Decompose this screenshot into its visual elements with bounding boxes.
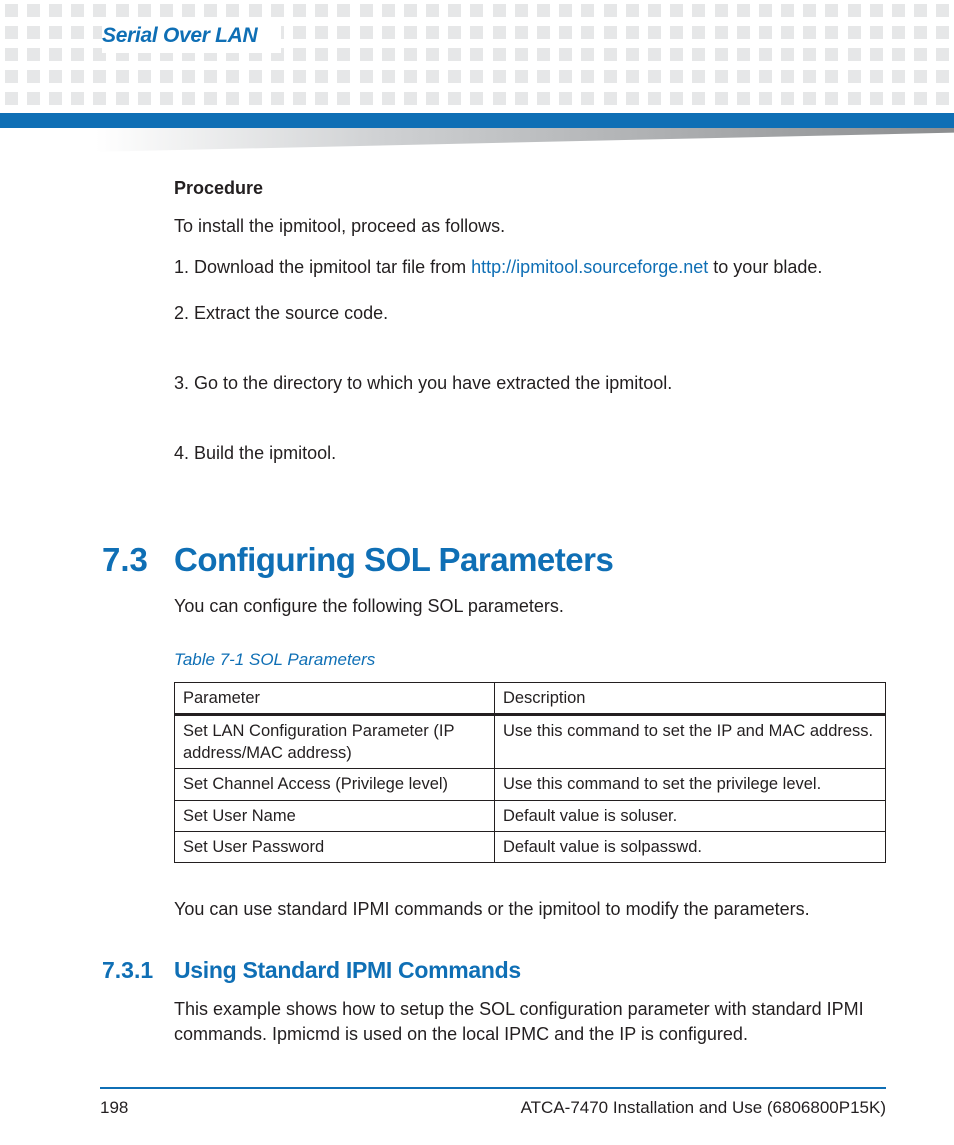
step-text-pre: Go to the directory to which you have ex… bbox=[194, 373, 672, 393]
ipmitool-link[interactable]: http://ipmitool.sourceforge.net bbox=[471, 257, 708, 277]
table-header-row: Parameter Description bbox=[175, 682, 886, 714]
table-caption: Table 7-1 SOL Parameters bbox=[174, 649, 886, 672]
section-title: Configuring SOL Parameters bbox=[174, 538, 613, 583]
header-grey-wedge bbox=[0, 128, 954, 154]
header-section-title: Serial Over LAN bbox=[102, 19, 281, 53]
step-text-post: to your blade. bbox=[708, 257, 822, 277]
table-row: Set LAN Configuration Parameter (IP addr… bbox=[175, 714, 886, 769]
table-row: Set User Password Default value is solpa… bbox=[175, 831, 886, 862]
section-7-3-1-body: This example shows how to setup the SOL … bbox=[174, 997, 886, 1047]
procedure-intro: To install the ipmitool, proceed as foll… bbox=[174, 214, 886, 238]
section-7-3-1-heading: 7.3.1 Using Standard IPMI Commands bbox=[102, 955, 886, 986]
table-cell: Set User Name bbox=[175, 800, 495, 831]
table-header-cell: Description bbox=[494, 682, 885, 714]
table-header-cell: Parameter bbox=[175, 682, 495, 714]
procedure-heading: Procedure bbox=[174, 176, 886, 200]
subsection-title: Using Standard IPMI Commands bbox=[174, 955, 521, 986]
footer-rule bbox=[100, 1087, 886, 1089]
table-cell: Use this command to set the privilege le… bbox=[494, 769, 885, 800]
table-row: Set User Name Default value is soluser. bbox=[175, 800, 886, 831]
section-7-3-after-table: You can use standard IPMI commands or th… bbox=[174, 897, 886, 921]
procedure-step: Extract the source code. bbox=[174, 301, 886, 325]
page-number: 198 bbox=[100, 1098, 128, 1118]
table-cell: Default value is solpasswd. bbox=[494, 831, 885, 862]
section-7-3-heading: 7.3 Configuring SOL Parameters bbox=[102, 538, 886, 583]
table-cell: Set Channel Access (Privilege level) bbox=[175, 769, 495, 800]
procedure-step: Go to the directory to which you have ex… bbox=[174, 371, 886, 395]
step-text-pre: Download the ipmitool tar file from bbox=[194, 257, 471, 277]
page-content: Procedure To install the ipmitool, proce… bbox=[174, 176, 886, 1047]
step-text-pre: Extract the source code. bbox=[194, 303, 388, 323]
table-row: Set Channel Access (Privilege level) Use… bbox=[175, 769, 886, 800]
section-number: 7.3 bbox=[102, 538, 174, 583]
procedure-steps: Download the ipmitool tar file from http… bbox=[174, 255, 886, 466]
section-7-3-intro: You can configure the following SOL para… bbox=[174, 594, 886, 618]
table-cell: Use this command to set the IP and MAC a… bbox=[494, 714, 885, 769]
header-blue-rule bbox=[0, 113, 954, 128]
document-footer: ATCA-7470 Installation and Use (6806800P… bbox=[521, 1098, 886, 1118]
procedure-step: Download the ipmitool tar file from http… bbox=[174, 255, 886, 279]
table-cell: Set LAN Configuration Parameter (IP addr… bbox=[175, 714, 495, 769]
step-text-pre: Build the ipmitool. bbox=[194, 443, 336, 463]
subsection-number: 7.3.1 bbox=[102, 955, 174, 986]
procedure-step: Build the ipmitool. bbox=[174, 441, 886, 465]
table-cell: Default value is soluser. bbox=[494, 800, 885, 831]
sol-parameters-table: Parameter Description Set LAN Configurat… bbox=[174, 682, 886, 864]
table-cell: Set User Password bbox=[175, 831, 495, 862]
